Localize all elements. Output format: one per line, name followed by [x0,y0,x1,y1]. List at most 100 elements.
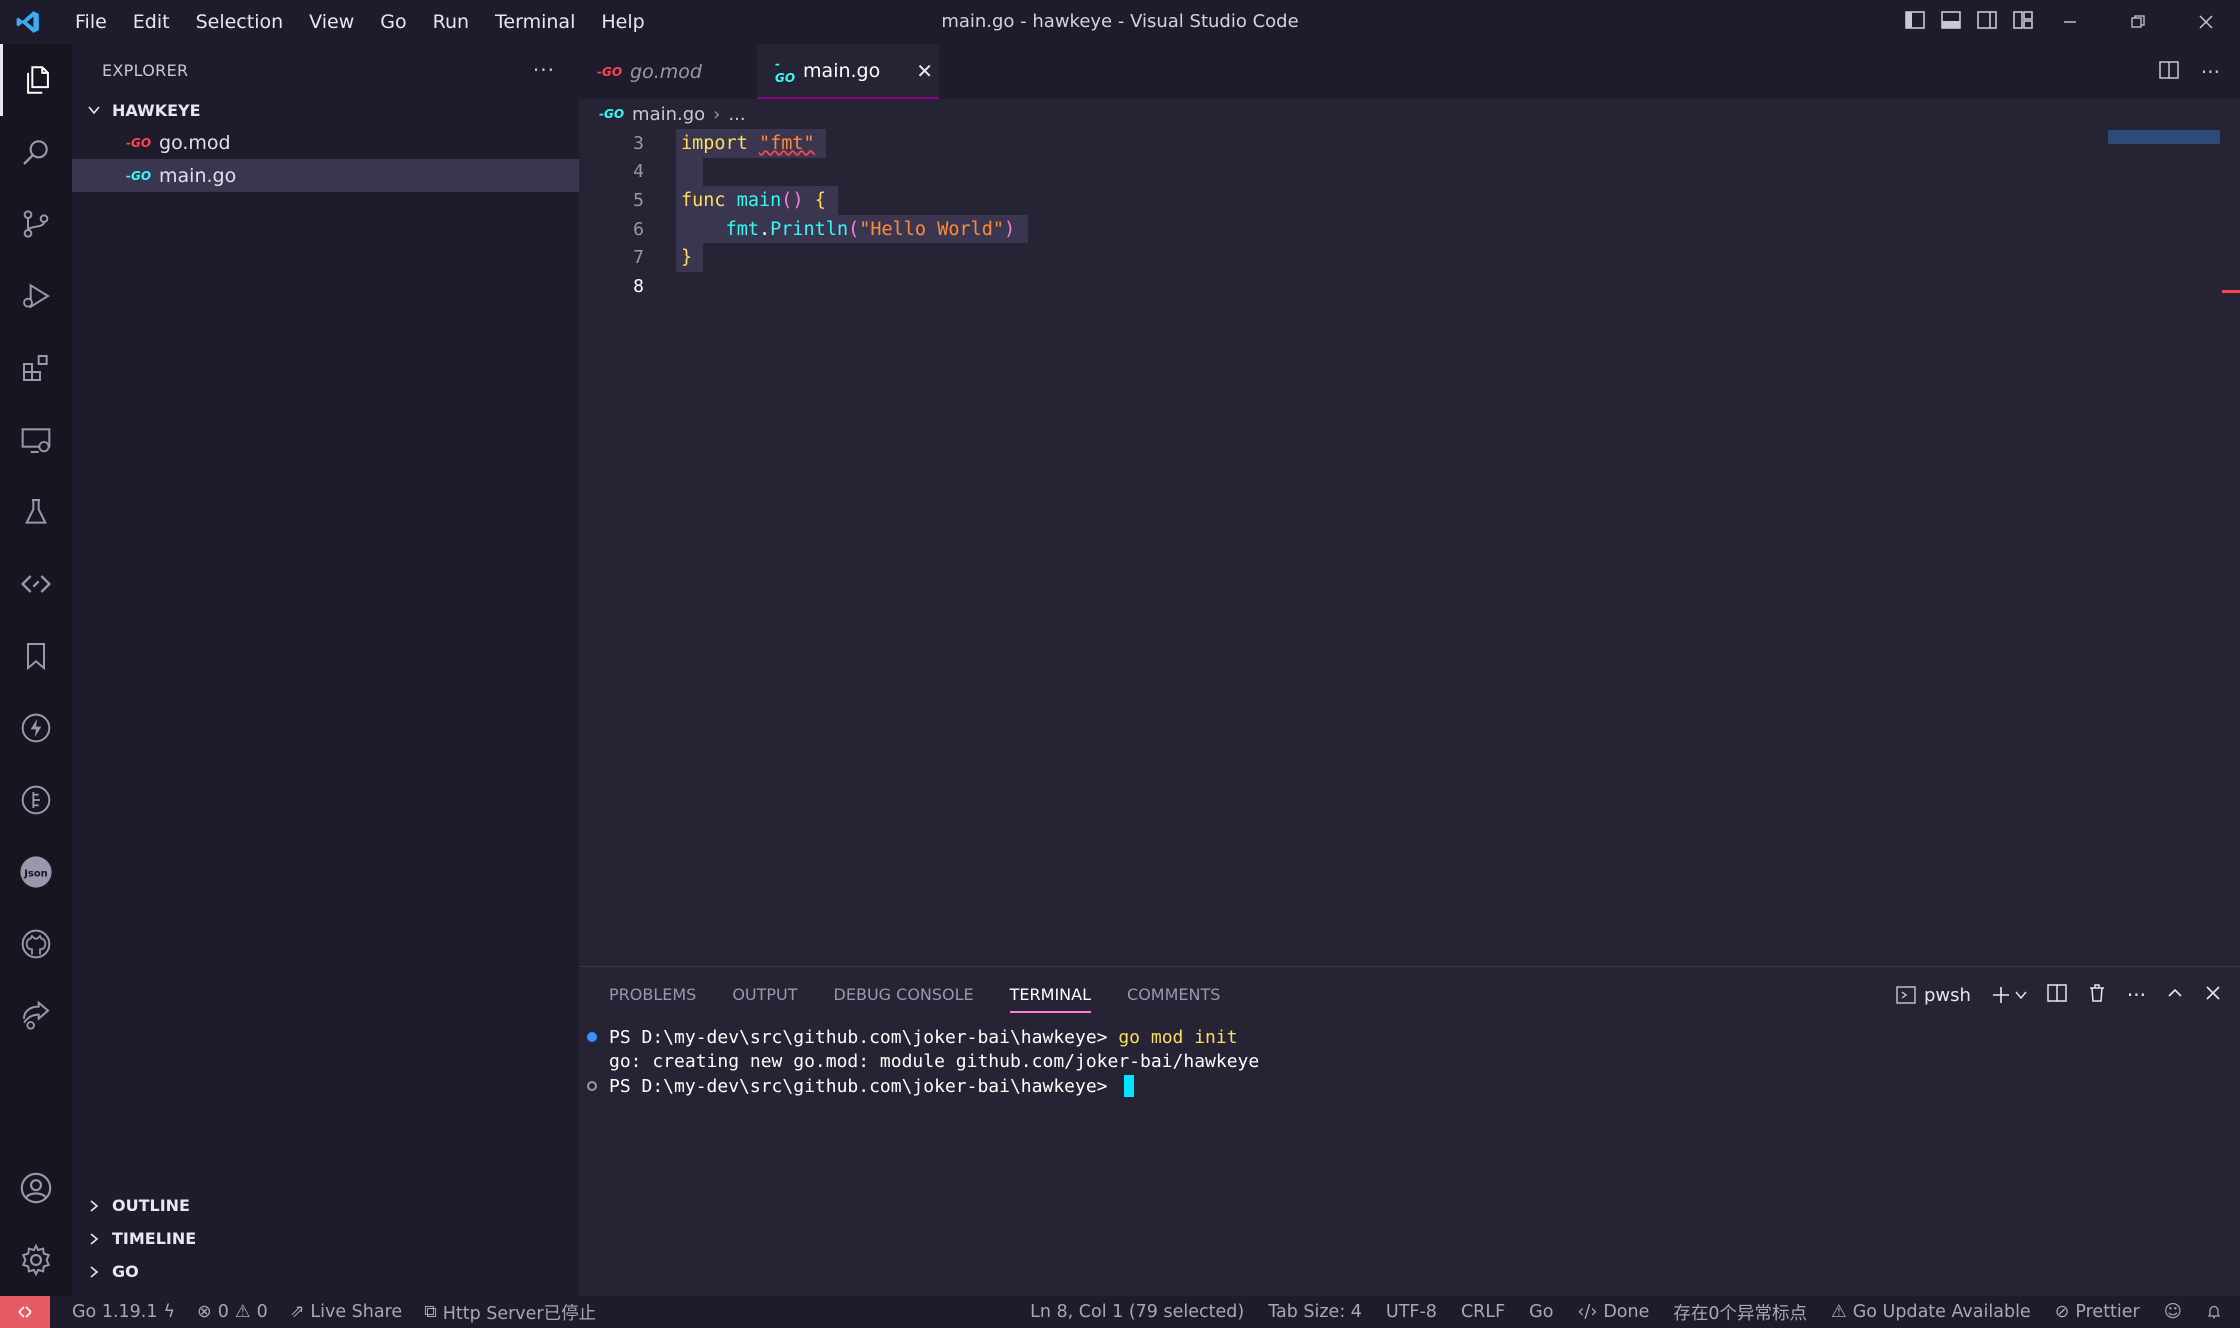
remote-share-icon[interactable] [0,980,72,1052]
svg-text:Json: Json [23,868,47,879]
encoding[interactable]: UTF-8 [1386,1302,1437,1322]
menu-run[interactable]: Run [420,0,482,44]
sidebar-bottom-sections: OUTLINE TIMELINE GO [72,1189,579,1288]
code-token: fmt [725,218,759,240]
toggle-secondary-sidebar-icon[interactable] [1976,9,1998,35]
remote-explorer-icon[interactable] [0,404,72,476]
breadcrumb-file[interactable]: main.go [632,104,705,125]
code-token: } [681,247,693,269]
code-line[interactable]: 6 fmt.Println("Hello World") [579,214,2240,244]
minimize-icon[interactable] [2036,0,2104,44]
testing-icon[interactable] [0,476,72,548]
code-editor[interactable]: 3 import "fmt" 4 5 func main() {6 fmt.Printl… [579,129,2240,301]
go-version[interactable]: Go 1.19.1 ϟ [72,1302,175,1322]
menu-file[interactable]: File [62,0,120,44]
minimap-selection[interactable] [2108,130,2220,144]
menu-edit[interactable]: Edit [120,0,183,44]
menu-go[interactable]: Go [367,0,419,44]
new-terminal-button[interactable] [1991,985,2027,1005]
customize-layout-icon[interactable] [2012,9,2034,35]
menu-view[interactable]: View [296,0,367,44]
file-label: go.mod [159,131,231,154]
cursor-position[interactable]: Ln 8, Col 1 (79 selected) [1030,1302,1244,1322]
section-go[interactable]: GO [72,1255,579,1288]
section-timeline[interactable]: TIMELINE [72,1222,579,1255]
line-content: func main() { [681,190,826,211]
explorer-icon[interactable] [0,44,72,116]
run-debug-icon[interactable] [0,260,72,332]
panel-actions: pwsh ··· [1896,967,2222,1023]
tab-problems[interactable]: PROBLEMS [609,967,696,1023]
accounts-icon[interactable] [0,1152,72,1224]
code-line[interactable]: 5 func main() { [579,186,2240,215]
menu-terminal[interactable]: Terminal [482,0,588,44]
selection-highlight [676,157,704,187]
file-main-go[interactable]: -GO main.go [72,159,579,192]
error-icon: ⊗ [197,1302,212,1322]
done-status[interactable]: ‹/› Done [1577,1302,1649,1322]
tab-size[interactable]: Tab Size: 4 [1268,1302,1362,1322]
source-control-icon[interactable] [0,188,72,260]
breadcrumb-rest[interactable]: ... [728,104,745,125]
bookmarks-icon[interactable] [0,620,72,692]
thunder-client-icon[interactable] [0,692,72,764]
layout-controls [1904,0,2034,44]
line-ending[interactable]: CRLF [1461,1302,1505,1322]
tab-go-mod[interactable]: -GO go.mod [579,44,757,99]
manage-gear-icon[interactable] [0,1224,72,1296]
go-version-label: Go 1.19.1 [72,1302,158,1322]
more-panel-actions-icon[interactable]: ··· [2127,983,2146,1007]
code-token: ( [848,218,860,240]
close-panel-icon[interactable] [2204,984,2222,1007]
tab-comments[interactable]: COMMENTS [1127,967,1220,1023]
split-terminal-icon[interactable] [2047,983,2067,1008]
http-server-status[interactable]: ⧉ Http Server已停止 [424,1300,596,1325]
terminal-output[interactable]: PS D:\my-dev\src\github.com\joker-bai\ha… [579,1025,2240,1099]
code-line[interactable]: 7} [579,243,2240,272]
toggle-primary-sidebar-icon[interactable] [1904,9,1926,35]
json-icon[interactable]: Json [0,836,72,908]
line-content: fmt.Println("Hello World") [681,218,1016,240]
command-decoration-icon[interactable] [587,1032,597,1043]
tab-debug-console[interactable]: DEBUG CONSOLE [834,967,974,1023]
folder-hawkeye[interactable]: HAWKEYE [72,94,579,126]
go-update-status[interactable]: ⚠ Go Update Available [1831,1302,2031,1322]
maximize-panel-icon[interactable] [2166,984,2184,1007]
restore-icon[interactable] [2104,0,2172,44]
split-editor-icon[interactable] [2159,60,2179,84]
terminal-shell-selector[interactable]: pwsh [1896,985,1971,1006]
code-line[interactable]: 4 [579,157,2240,187]
search-icon[interactable] [0,116,72,188]
more-editor-actions-icon[interactable]: ··· [2201,60,2220,84]
remote-indicator-icon[interactable] [0,1296,50,1328]
close-tab-icon[interactable]: ✕ [916,59,933,83]
language-mode[interactable]: Go [1529,1302,1553,1322]
docker-icon[interactable] [0,764,72,836]
prettier-status[interactable]: ⊘ Prettier [2055,1302,2140,1322]
tab-terminal[interactable]: TERMINAL [1009,967,1092,1023]
live-share-status[interactable]: ⇗ Live Share [290,1302,402,1322]
menu-help[interactable]: Help [588,0,657,44]
file-go-mod[interactable]: -GO go.mod [72,126,579,159]
close-window-icon[interactable] [2172,0,2240,44]
problems-status[interactable]: ⊗ 0 ⚠ 0 [197,1302,268,1322]
live-share-icon[interactable] [0,548,72,620]
more-actions-icon[interactable]: ··· [533,58,555,82]
extensions-icon[interactable] [0,332,72,404]
command-decoration-icon[interactable] [587,1081,597,1092]
tab-output[interactable]: OUTPUT [732,967,797,1023]
toggle-panel-icon[interactable] [1940,9,1962,35]
notifications-bell-icon[interactable] [2206,1304,2222,1320]
github-icon[interactable] [0,908,72,980]
code-line[interactable]: 3 import "fmt" [579,129,2240,158]
menu-selection[interactable]: Selection [183,0,297,44]
terminal-line: go: creating new go.mod: module github.c… [609,1050,2240,1075]
tab-main-go[interactable]: -GO main.go ✕ [757,44,939,99]
trash-icon[interactable] [2087,983,2107,1008]
breadcrumb: -GO main.go › ... [579,99,2240,129]
feedback-icon[interactable]: ☺ [2164,1302,2182,1322]
punctuation-status[interactable]: 存在0个异常标点 [1673,1300,1807,1325]
code-token: func [681,189,726,211]
section-outline[interactable]: OUTLINE [72,1189,579,1222]
code-line[interactable]: 8 [579,272,2240,301]
